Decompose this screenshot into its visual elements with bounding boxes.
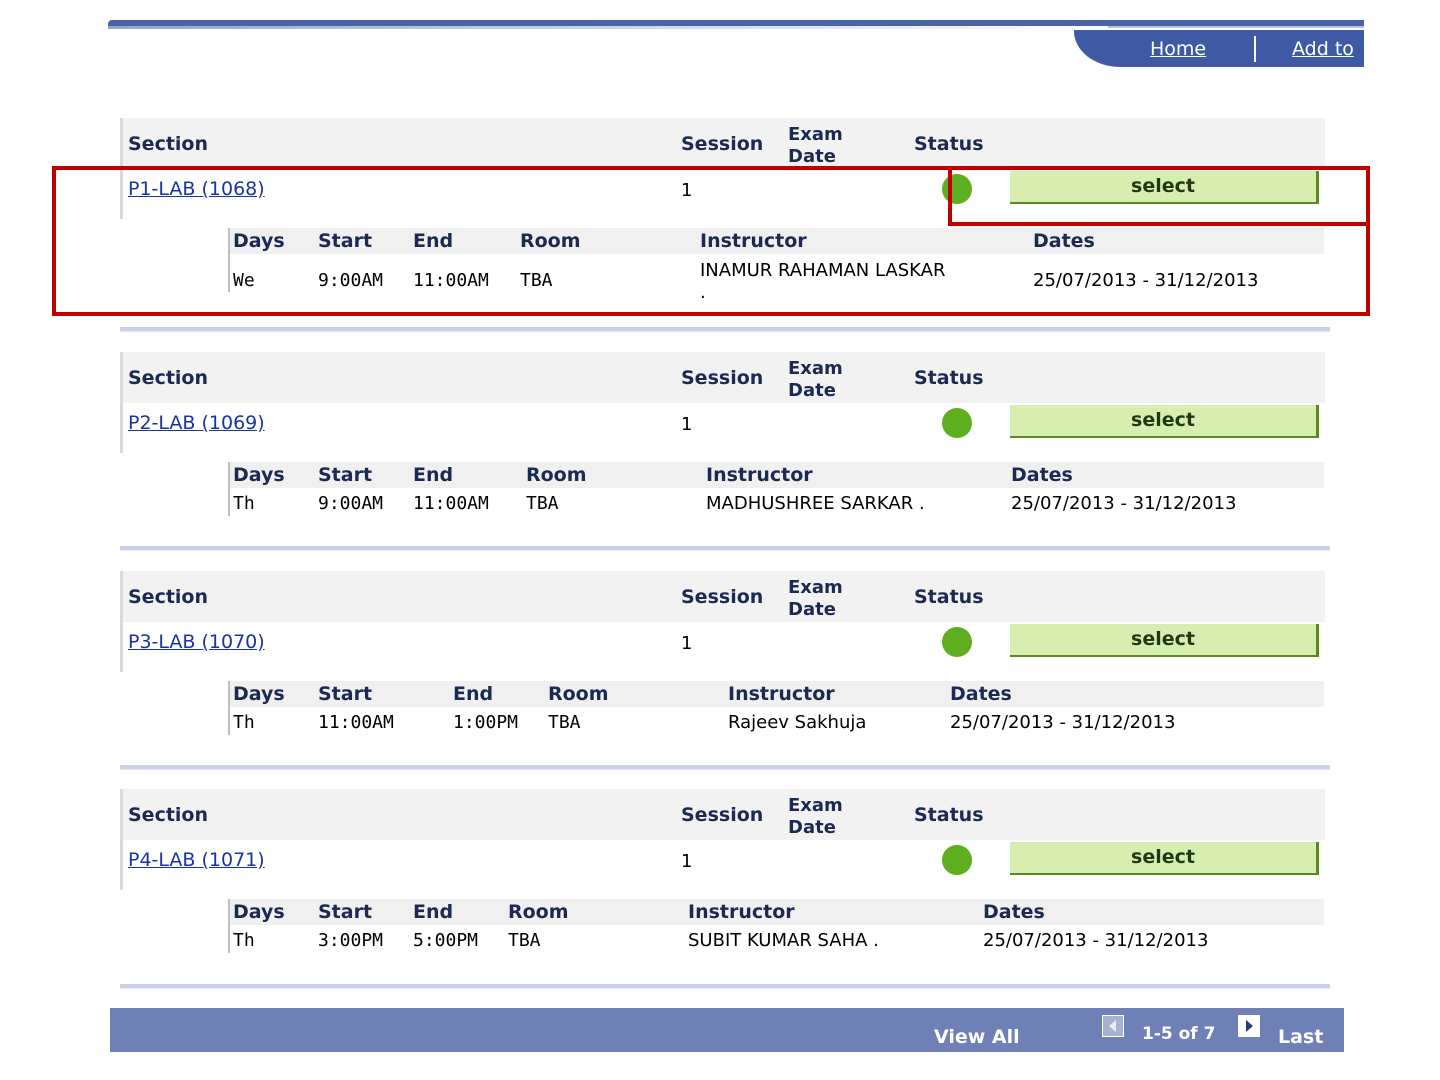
section-link[interactable]: P2-LAB (1069)	[128, 412, 265, 434]
view-all-link[interactable]: View All	[934, 1026, 1020, 1048]
dates-value: 25/07/2013 - 31/12/2013	[983, 930, 1209, 951]
select-button[interactable]: select	[1010, 842, 1319, 875]
section-divider	[120, 984, 1330, 989]
end-value: 1:00PM	[453, 712, 519, 733]
exam-date-header: Exam Date	[788, 577, 843, 620]
pager-bar: View All 1-5 of 7 Last	[110, 1008, 1344, 1052]
dates-header: Dates	[983, 901, 1045, 923]
home-link[interactable]: Home	[1150, 38, 1206, 60]
dates-header: Dates	[1011, 464, 1073, 486]
exam-date-header: Exam Date	[788, 358, 843, 401]
end-header: End	[413, 464, 454, 486]
start-header: Start	[318, 901, 373, 923]
status-header: Status	[914, 367, 984, 389]
start-header: Start	[318, 683, 373, 705]
last-page-link[interactable]: Last	[1278, 1026, 1323, 1048]
session-header: Session	[681, 586, 764, 608]
select-button[interactable]: select	[1010, 624, 1319, 657]
section-header: Section	[128, 804, 209, 826]
session-header: Session	[681, 367, 764, 389]
room-header: Room	[526, 464, 587, 486]
meeting-edge	[228, 681, 230, 735]
status-header: Status	[914, 586, 984, 608]
end-value: 11:00AM	[413, 493, 489, 514]
start-value: 9:00AM	[318, 493, 384, 514]
section-link[interactable]: P3-LAB (1070)	[128, 631, 265, 653]
dates-value: 25/07/2013 - 31/12/2013	[950, 712, 1176, 733]
status-open-icon	[942, 627, 972, 657]
section-header: Section	[128, 586, 209, 608]
meeting-edge	[228, 462, 230, 516]
instructor-value: SUBIT KUMAR SAHA .	[688, 930, 879, 951]
row-edge	[120, 840, 123, 890]
start-header: Start	[318, 464, 373, 486]
status-header: Status	[914, 133, 984, 155]
end-value: 5:00PM	[413, 930, 479, 951]
status-open-icon	[942, 408, 972, 438]
session-header: Session	[681, 133, 764, 155]
instructor-header: Instructor	[728, 683, 835, 705]
section-divider	[120, 546, 1330, 551]
exam-date-header: Exam Date	[788, 124, 843, 167]
session-value: 1	[681, 633, 693, 654]
row-edge	[120, 622, 123, 672]
room-header: Room	[508, 901, 569, 923]
section-header: Section	[128, 133, 209, 155]
page-count: 1-5 of 7	[1142, 1024, 1216, 1044]
section-link[interactable]: P4-LAB (1071)	[128, 849, 265, 871]
end-header: End	[453, 683, 494, 705]
days-header: Days	[233, 683, 285, 705]
start-value: 11:00AM	[318, 712, 394, 733]
status-header: Status	[914, 804, 984, 826]
instructor-value: MADHUSHREE SARKAR .	[706, 493, 925, 514]
header-edge	[120, 352, 123, 403]
dates-header: Dates	[950, 683, 1012, 705]
days-header: Days	[233, 901, 285, 923]
room-value: TBA	[508, 930, 541, 951]
end-header: End	[413, 901, 454, 923]
room-header: Room	[548, 683, 609, 705]
session-value: 1	[681, 851, 693, 872]
instructor-value: Rajeev Sakhuja	[728, 712, 867, 733]
instructor-header: Instructor	[688, 901, 795, 923]
room-value: TBA	[526, 493, 559, 514]
exam-date-header: Exam Date	[788, 795, 843, 838]
days-value: Th	[233, 493, 255, 514]
section-divider	[120, 327, 1330, 332]
add-to-link[interactable]: Add to	[1292, 38, 1354, 60]
session-header: Session	[681, 804, 764, 826]
next-page-icon[interactable]	[1238, 1015, 1260, 1037]
days-header: Days	[233, 464, 285, 486]
header-rule-shadow	[108, 26, 1108, 29]
start-value: 3:00PM	[318, 930, 384, 951]
highlight-box-select	[948, 166, 1370, 226]
meeting-edge	[228, 899, 230, 953]
header-edge	[120, 571, 123, 622]
section-header: Section	[128, 367, 209, 389]
previous-page-icon	[1102, 1015, 1124, 1037]
row-edge	[120, 403, 123, 453]
session-value: 1	[681, 414, 693, 435]
select-button[interactable]: select	[1010, 405, 1319, 438]
header-edge	[120, 118, 123, 169]
room-value: TBA	[548, 712, 581, 733]
status-open-icon	[942, 845, 972, 875]
section-divider	[120, 765, 1330, 770]
days-value: Th	[233, 712, 255, 733]
instructor-header: Instructor	[706, 464, 813, 486]
dates-value: 25/07/2013 - 31/12/2013	[1011, 493, 1237, 514]
nav-separator	[1254, 36, 1256, 62]
header-edge	[120, 789, 123, 840]
days-value: Th	[233, 930, 255, 951]
